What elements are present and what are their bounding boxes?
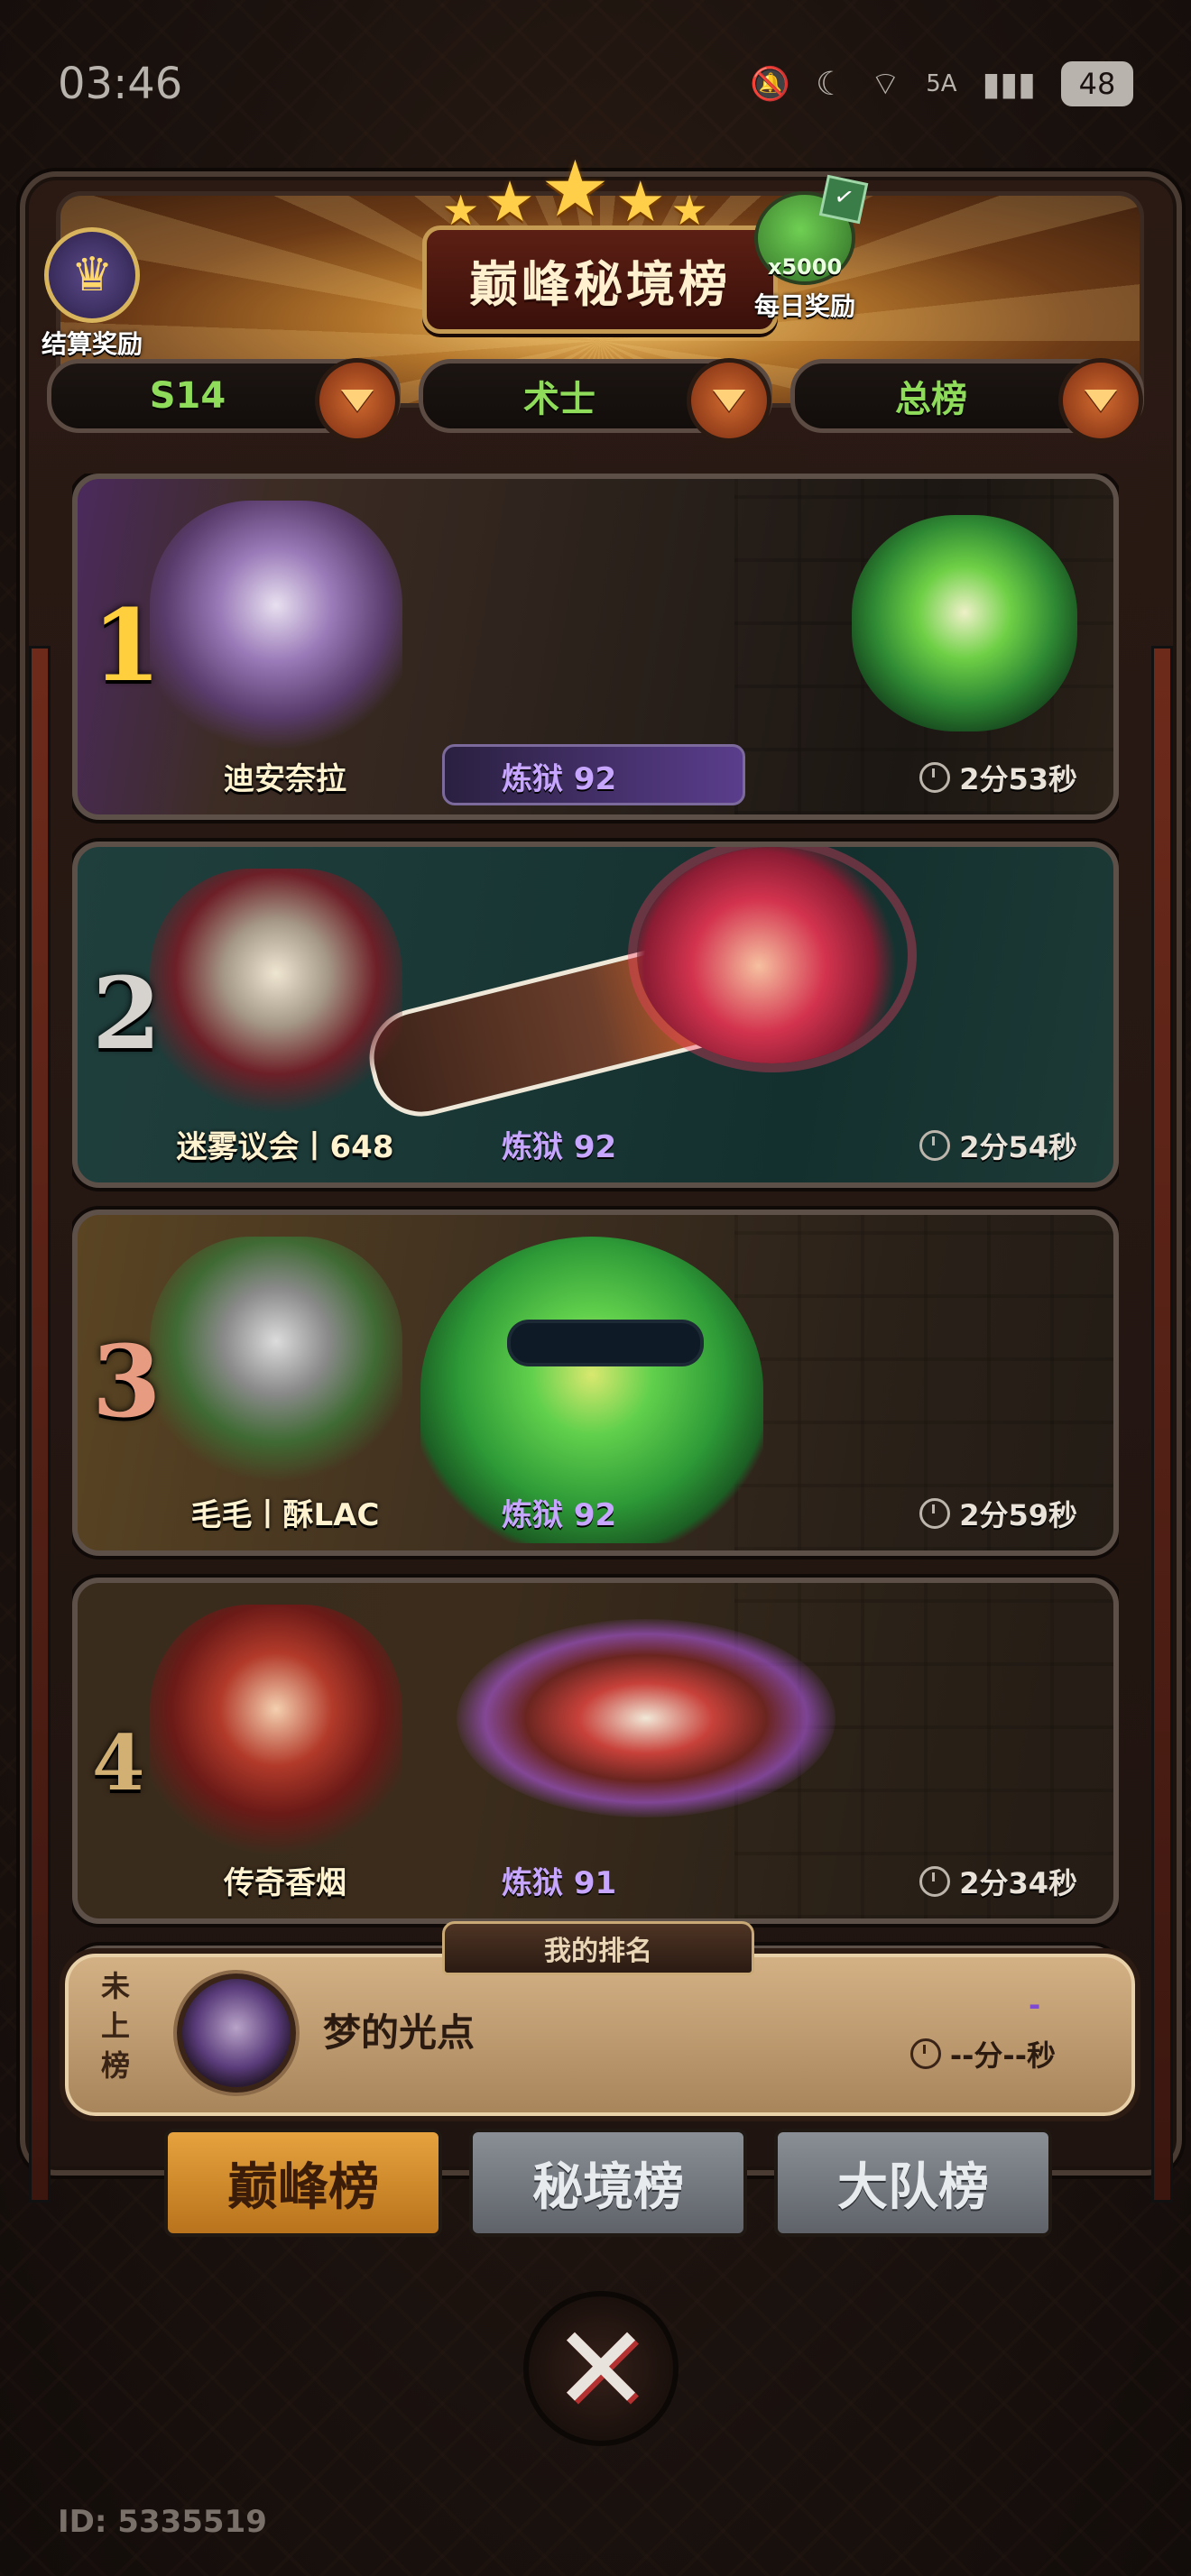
my-rank-tab: 我的排名 xyxy=(442,1921,754,1975)
ranking-row[interactable]: 2 迷雾议会丨648 炼狱 92 2分54秒 xyxy=(72,842,1119,1188)
my-clear-time-value: --分--秒 xyxy=(949,2038,1056,2073)
chevron-down-icon xyxy=(1085,390,1117,411)
clear-time-value: 2分34秒 xyxy=(959,1866,1077,1900)
hero-avatar xyxy=(150,869,402,1130)
status-time: 03:46 xyxy=(58,59,183,109)
clear-time: 2分54秒 xyxy=(919,1125,1077,1166)
player-name: 传奇香烟 xyxy=(224,1865,346,1901)
tab-label: 大队榜 xyxy=(837,2157,989,2217)
slime-reward-icon: ✓ x5000 xyxy=(754,174,869,285)
clear-time: 2分59秒 xyxy=(919,1493,1077,1534)
rank-number: 3 xyxy=(92,1323,162,1440)
page-title: 巅峰秘境榜 xyxy=(469,255,731,313)
dropdown-button[interactable] xyxy=(687,358,771,443)
moon-icon: ☾ xyxy=(816,65,845,103)
close-icon: ✕ xyxy=(551,2300,651,2437)
dungeon-level: 炼狱 92 xyxy=(502,1129,617,1165)
daily-reward-button[interactable]: ✓ x5000 每日奖励 xyxy=(754,174,869,323)
clear-time-value: 2分59秒 xyxy=(959,1498,1077,1532)
clear-time: 2分53秒 xyxy=(919,757,1077,798)
settlement-reward-button[interactable]: ♛ 结算奖励 xyxy=(42,227,143,361)
filter-bar: S14 术士 总榜 xyxy=(47,358,1144,443)
filter-label: S14 xyxy=(149,375,226,417)
daily-reward-label: 每日奖励 xyxy=(754,291,856,321)
avatar[interactable] xyxy=(177,1973,296,2093)
check-icon: ✓ xyxy=(818,174,869,225)
hero-avatar xyxy=(150,501,402,762)
star-icon: ★ xyxy=(540,144,610,235)
filter-label: 总榜 xyxy=(895,379,967,420)
hero-avatar xyxy=(150,1605,402,1866)
class-filter[interactable]: 术士 xyxy=(419,358,772,443)
filter-label: 术士 xyxy=(523,379,596,420)
player-name: 毛毛丨酥LAC xyxy=(190,1497,380,1533)
frame-left-rail xyxy=(29,646,51,2203)
pet-portrait xyxy=(457,1619,836,1817)
rank-number: 2 xyxy=(92,955,162,1072)
my-clear-time: --分--秒 xyxy=(909,2033,1056,2075)
dropdown-button[interactable] xyxy=(315,358,400,443)
clock-icon xyxy=(919,1130,951,1161)
user-id: ID: 5335519 xyxy=(58,2504,267,2540)
my-score: - xyxy=(1029,1988,1041,2022)
ranking-row[interactable]: 3 毛毛丨酥LAC 炼狱 92 2分59秒 xyxy=(72,1210,1119,1556)
leaderboard-tabs: 巅峰榜 秘境榜 大队榜 xyxy=(164,2129,1052,2237)
status-bar: 03:46 🔕 ☾ ⌔ 5A ▮▮▮ 48 xyxy=(58,43,1133,124)
wifi-icon: ⌔ xyxy=(870,65,901,103)
clock-icon xyxy=(919,1866,951,1897)
pet-portrait xyxy=(637,847,908,1063)
ranking-row[interactable]: 4 传奇香烟 炼狱 91 2分34秒 xyxy=(72,1578,1119,1924)
status-icons: 🔕 ☾ ⌔ 5A ▮▮▮ 48 xyxy=(750,61,1133,106)
clear-time-value: 2分54秒 xyxy=(959,1130,1077,1164)
crown-icon: ♛ xyxy=(44,227,140,323)
tab-label: 巅峰榜 xyxy=(227,2157,379,2217)
chevron-down-icon xyxy=(713,390,745,411)
settlement-reward-label: 结算奖励 xyxy=(42,329,143,359)
signal-icon: ▮▮▮ xyxy=(982,65,1036,103)
chevron-down-icon xyxy=(341,390,374,411)
rank-number: 4 xyxy=(92,1718,145,1808)
title-stars: ★ ★ ★ ★ ★ xyxy=(442,144,708,235)
dungeon-level: 炼狱 92 xyxy=(502,1497,617,1533)
dungeon-level: 炼狱 91 xyxy=(502,1865,617,1901)
tab-peak[interactable]: 巅峰榜 xyxy=(164,2129,442,2237)
my-rank-tab-label: 我的排名 xyxy=(544,1936,652,1967)
sunglasses-art xyxy=(511,1323,700,1363)
my-player-name: 梦的光点 xyxy=(323,2010,475,2055)
tab-team[interactable]: 大队榜 xyxy=(774,2129,1052,2237)
scope-filter[interactable]: 总榜 xyxy=(790,358,1144,443)
clock-icon xyxy=(919,1498,951,1529)
title-plate: 巅峰秘境榜 xyxy=(422,225,778,334)
tab-dungeon[interactable]: 秘境榜 xyxy=(469,2129,747,2237)
ranking-row[interactable]: 1 迪安奈拉 炼狱 92 2分53秒 xyxy=(72,474,1119,820)
mute-icon: 🔕 xyxy=(750,66,791,103)
network-label: 5A xyxy=(926,70,957,97)
daily-reward-count: x5000 xyxy=(767,254,843,280)
season-filter[interactable]: S14 xyxy=(47,358,401,443)
pet-portrait xyxy=(852,515,1077,731)
clock-icon xyxy=(909,2038,941,2069)
rank-number: 1 xyxy=(92,587,162,704)
hero-avatar xyxy=(150,1237,402,1498)
clear-time-value: 2分53秒 xyxy=(959,762,1077,796)
player-name: 迪安奈拉 xyxy=(224,761,346,797)
close-button[interactable]: ✕ xyxy=(523,2291,679,2446)
dropdown-button[interactable] xyxy=(1058,358,1143,443)
frame-right-rail xyxy=(1151,646,1173,2203)
player-name: 迷雾议会丨648 xyxy=(176,1129,394,1165)
clock-icon xyxy=(919,762,951,793)
tab-label: 秘境榜 xyxy=(532,2157,684,2217)
dungeon-level: 炼狱 92 xyxy=(502,761,617,797)
unranked-label: 未上榜 xyxy=(100,1969,130,2083)
battery-indicator: 48 xyxy=(1061,61,1133,106)
clear-time: 2分34秒 xyxy=(919,1861,1077,1902)
ranking-list[interactable]: 1 迪安奈拉 炼狱 92 2分53秒 2 迷雾议会丨648 炼狱 92 2分54… xyxy=(72,474,1119,1953)
